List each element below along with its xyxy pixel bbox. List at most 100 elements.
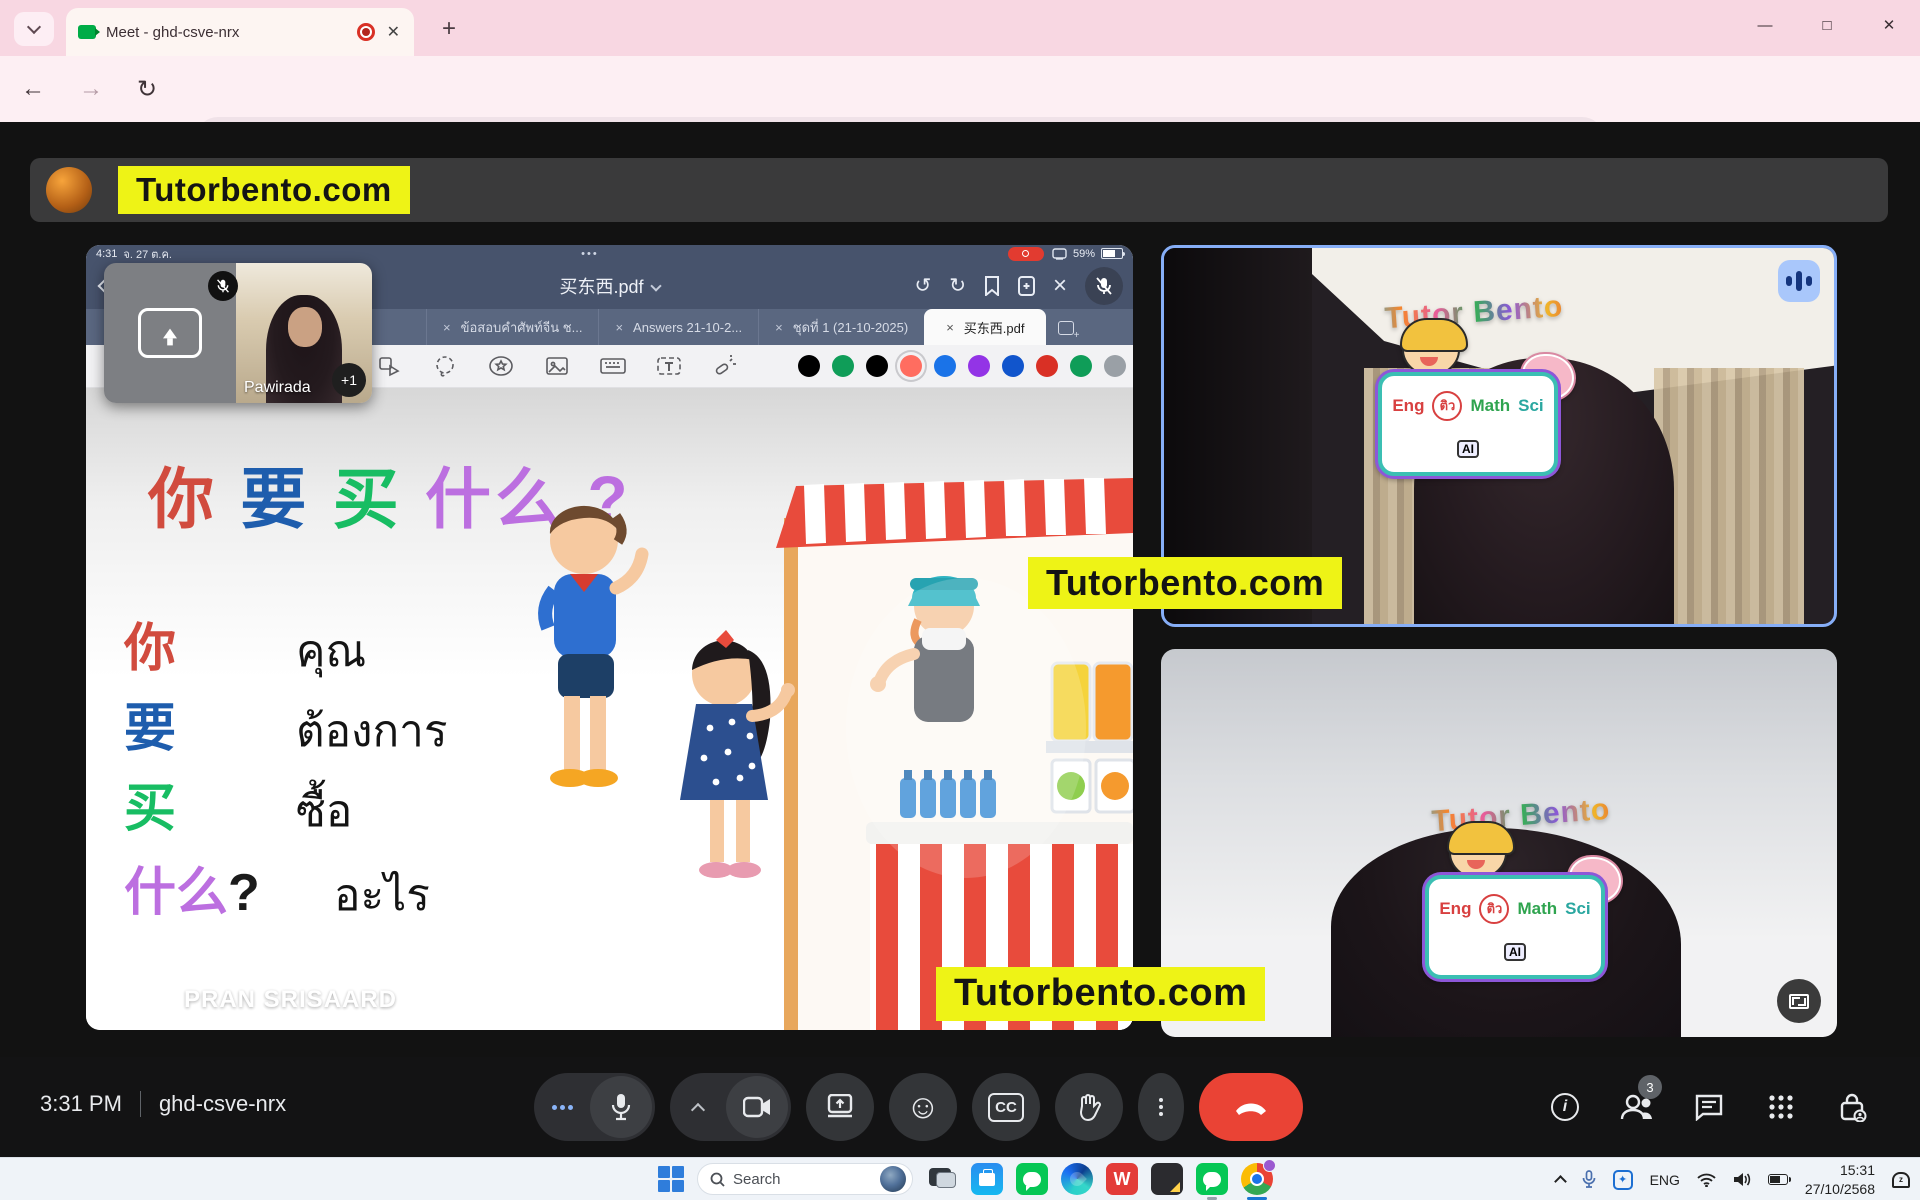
ipad-date: จ. 27 ต.ค. <box>123 245 171 263</box>
new-document-tab-icon[interactable] <box>1058 321 1074 335</box>
activities-button[interactable] <box>1758 1079 1804 1135</box>
camera-options-chevron-icon[interactable] <box>670 1099 726 1115</box>
extra-participants-badge[interactable]: +1 <box>332 363 366 397</box>
browser-tab[interactable]: Meet - ghd-csve-nrx ✕ <box>66 8 414 56</box>
taskbar-search[interactable]: Search <box>697 1163 913 1195</box>
sticky-notes-icon[interactable] <box>1151 1163 1183 1195</box>
line-app-icon[interactable] <box>1016 1163 1048 1195</box>
color-dot[interactable] <box>1104 355 1126 377</box>
color-dot[interactable] <box>832 355 854 377</box>
keyboard-tool-icon[interactable] <box>600 353 626 379</box>
pdf-tab-active[interactable]: ×买东西.pdf <box>924 309 1046 345</box>
pdf-tab[interactable]: ×ชุดที่ 1 (21-10-2025) <box>758 309 924 345</box>
tab-search-button[interactable] <box>14 12 54 46</box>
add-page-icon[interactable] <box>1018 276 1035 296</box>
sticker-girl-icon <box>1402 324 1460 376</box>
meet-page: Tutorbento.com 4:31 จ. 27 ต.ค. ••• 59% 买… <box>0 122 1920 1157</box>
curtain-right <box>1654 368 1804 624</box>
volume-icon[interactable] <box>1733 1172 1751 1187</box>
expand-tile-button[interactable] <box>1777 979 1821 1023</box>
new-tab-button[interactable]: + <box>432 14 466 44</box>
close-button[interactable]: ✕ <box>1858 0 1920 50</box>
back-button[interactable]: ← <box>14 70 52 108</box>
tray-mic-icon[interactable] <box>1582 1170 1596 1189</box>
end-call-button[interactable] <box>1199 1073 1303 1141</box>
pdf-tab[interactable]: ×Answers 21-10-2... <box>598 309 758 345</box>
clock[interactable]: 15:31 27/10/2568 <box>1805 1161 1875 1197</box>
color-dot[interactable] <box>968 355 990 377</box>
search-highlight-image[interactable] <box>880 1166 906 1192</box>
shared-screen-tile[interactable]: 4:31 จ. 27 ต.ค. ••• 59% 买东西.pdf ↺ ↻ × <box>86 245 1133 1030</box>
task-view-button[interactable] <box>926 1163 958 1195</box>
line-app-icon[interactable] <box>1196 1163 1228 1195</box>
screen-share-icon <box>140 987 174 1013</box>
reactions-button[interactable]: ☺ <box>889 1073 957 1141</box>
maximize-button[interactable]: □ <box>1796 0 1858 50</box>
chat-button[interactable] <box>1686 1079 1732 1135</box>
tutorbento-banner: Tutorbento.com <box>30 158 1888 222</box>
camera-icon <box>726 1076 788 1138</box>
meeting-time: 3:31 PM <box>40 1091 122 1117</box>
tab-close-button[interactable]: ✕ <box>385 22 402 42</box>
shapes-tool-icon[interactable] <box>376 353 402 379</box>
tutor-bento-sticker: Tutor Bento Eng ติว Math Sci AI <box>1411 799 1631 985</box>
ipad-battery-percent: 59% <box>1073 248 1095 260</box>
image-tool-icon[interactable] <box>544 353 570 379</box>
microsoft-store-icon[interactable] <box>971 1163 1003 1195</box>
meet-favicon-icon <box>78 25 96 39</box>
wps-office-icon[interactable]: W <box>1106 1163 1138 1195</box>
text-tool-icon[interactable] <box>656 353 682 379</box>
close-document-button[interactable]: × <box>1053 272 1067 300</box>
ipad-status-bar: 4:31 จ. 27 ต.ค. ••• 59% <box>86 245 1133 262</box>
forward-button[interactable]: → <box>72 70 110 108</box>
bookmark-icon[interactable] <box>984 276 1000 296</box>
color-dot[interactable] <box>798 355 820 377</box>
battery-icon[interactable] <box>1768 1174 1788 1185</box>
snip-highlight-icon[interactable]: ✦ <box>1613 1170 1633 1190</box>
tab-recording-indicator-icon <box>357 23 375 41</box>
color-dot[interactable] <box>866 355 888 377</box>
captions-button[interactable]: CC <box>972 1073 1040 1141</box>
microphone-button[interactable] <box>534 1073 655 1141</box>
host-controls-button[interactable] <box>1830 1079 1876 1135</box>
more-options-button[interactable] <box>1138 1073 1184 1141</box>
self-view-thumbnail[interactable]: Pawirada +1 <box>104 263 372 403</box>
raise-hand-button[interactable] <box>1055 1073 1123 1141</box>
vocab-row: 要 ต้องการ <box>124 686 447 766</box>
tray-time: 15:31 <box>1805 1161 1875 1179</box>
smiley-icon: ☺ <box>906 1088 941 1127</box>
laser-pointer-tool-icon[interactable] <box>712 353 738 379</box>
edge-browser-icon[interactable] <box>1061 1163 1093 1195</box>
color-dot[interactable] <box>1070 355 1092 377</box>
present-button[interactable] <box>806 1073 874 1141</box>
meeting-details-button[interactable]: i <box>1542 1079 1588 1135</box>
start-button[interactable] <box>658 1166 684 1192</box>
sticker-bento-box: Eng ติว Math Sci AI <box>1425 875 1605 979</box>
notifications-bell-icon[interactable]: z <box>1892 1172 1910 1188</box>
participants-button[interactable]: 3 <box>1614 1079 1660 1135</box>
watermark-label: Tutorbento.com <box>936 967 1265 1021</box>
grid-icon <box>1768 1094 1794 1120</box>
reload-button[interactable]: ↻ <box>128 70 166 108</box>
color-dot[interactable] <box>1002 355 1024 377</box>
banner-label: Tutorbento.com <box>118 166 410 214</box>
search-icon <box>710 1172 725 1187</box>
color-dot-selected[interactable] <box>900 355 922 377</box>
minimize-button[interactable]: — <box>1734 0 1796 50</box>
pdf-tab[interactable]: ×ข้อสอบคำศัพท์จีน ช... <box>426 309 598 345</box>
chrome-browser-icon[interactable] <box>1241 1163 1273 1195</box>
color-dot[interactable] <box>1036 355 1058 377</box>
sticker-girl-icon <box>1449 827 1507 879</box>
camera-button[interactable] <box>670 1073 791 1141</box>
lock-person-icon <box>1839 1092 1867 1122</box>
color-dot[interactable] <box>934 355 956 377</box>
redo-button[interactable]: ↻ <box>949 273 966 298</box>
tray-expand-chevron[interactable] <box>1554 1175 1567 1188</box>
boy <box>545 506 642 787</box>
language-indicator[interactable]: ENG <box>1650 1172 1680 1188</box>
undo-button[interactable]: ↺ <box>914 273 931 298</box>
sticker-tool-icon[interactable] <box>488 353 514 379</box>
lasso-tool-icon[interactable] <box>432 353 458 379</box>
wifi-icon[interactable] <box>1697 1173 1716 1187</box>
ipad-time: 4:31 <box>96 248 117 260</box>
